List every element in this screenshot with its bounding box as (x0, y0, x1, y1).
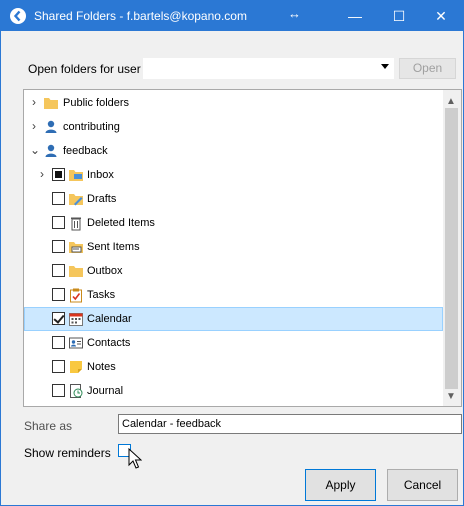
collapse-chevron-icon[interactable]: ⌄ (30, 143, 40, 157)
vertical-scrollbar[interactable]: ▲ ▼ (443, 90, 461, 406)
tree-row-drafts[interactable]: Drafts (24, 187, 443, 211)
inbox-icon (69, 170, 83, 181)
tree-item-label: feedback (63, 145, 108, 157)
calendar-checkbox[interactable] (52, 312, 65, 325)
tree-item-label: Journal (87, 385, 124, 397)
inbox-checkbox[interactable] (52, 168, 65, 181)
tree-row-contributing[interactable]: › contributing (24, 115, 443, 139)
tree-row-calendar[interactable]: Calendar (24, 307, 443, 331)
contacts-icon (69, 337, 83, 349)
tree-row-outbox[interactable]: Outbox (24, 259, 443, 283)
show-reminders-label: Show reminders (24, 446, 111, 460)
notes-checkbox[interactable] (52, 360, 65, 373)
tree-item-label: Sent Items (87, 241, 140, 253)
journal-checkbox[interactable] (52, 384, 65, 397)
tree-item-label: Calendar (87, 313, 132, 325)
trash-icon (71, 217, 81, 231)
share-as-field[interactable]: Calendar - feedback (118, 414, 462, 434)
user-combobox[interactable] (143, 58, 394, 79)
tree-row-feedback[interactable]: ⌄ feedback (24, 139, 443, 163)
scroll-up-icon[interactable]: ▲ (446, 96, 456, 107)
outbox-icon (69, 266, 83, 277)
user-icon (45, 120, 57, 133)
drafts-checkbox[interactable] (52, 192, 65, 205)
tree-item-label: Inbox (87, 169, 114, 181)
kopano-app-icon (10, 8, 26, 24)
scroll-down-icon[interactable]: ▼ (446, 391, 456, 402)
journal-icon (70, 384, 83, 398)
minimize-button[interactable]: — (333, 1, 377, 31)
calendar-icon (69, 313, 83, 326)
maximize-button[interactable]: ☐ (377, 1, 421, 31)
close-button[interactable]: ✕ (419, 1, 463, 31)
cancel-button[interactable]: Cancel (387, 469, 458, 501)
tasks-checkbox[interactable] (52, 288, 65, 301)
folder-icon (44, 98, 58, 109)
open-button[interactable]: Open (399, 58, 456, 79)
expand-chevron-icon[interactable]: › (40, 167, 50, 181)
tree-item-label: Outbox (87, 265, 123, 277)
sent-items-checkbox[interactable] (52, 240, 65, 253)
tree-item-label: Contacts (87, 337, 131, 349)
folder-tree[interactable]: › Public folders › contributing ⌄ feedba… (23, 89, 462, 407)
deleted-items-checkbox[interactable] (52, 216, 65, 229)
tree-row-notes[interactable]: Notes (24, 355, 443, 379)
shared-folders-dialog: Shared Folders - f.bartels@kopano.com ↔ … (0, 0, 464, 506)
owner-label: Open folders for user (28, 62, 141, 76)
notes-icon (70, 361, 82, 373)
tree-row-inbox[interactable]: › Inbox (24, 163, 443, 187)
tree-item-label: Drafts (87, 193, 117, 205)
share-as-label: Share as (24, 419, 73, 433)
scrollbar-thumb[interactable] (445, 108, 458, 389)
tree-item-label: Notes (87, 361, 116, 373)
tree-row-deleted-items[interactable]: Deleted Items (24, 211, 443, 235)
tree-row-contacts[interactable]: Contacts (24, 331, 443, 355)
dropdown-arrow-icon[interactable] (381, 64, 389, 69)
tree-row-journal[interactable]: Journal (24, 379, 443, 403)
tree-item-label: Tasks (87, 289, 116, 301)
tree-row-tasks[interactable]: Tasks (24, 283, 443, 307)
contacts-checkbox[interactable] (52, 336, 65, 349)
apply-button[interactable]: Apply (305, 469, 376, 501)
tree-item-label: contributing (63, 121, 120, 133)
tree-row-sent-items[interactable]: Sent Items (24, 235, 443, 259)
tree-row-public-folders[interactable]: › Public folders (24, 91, 443, 115)
tasks-icon (70, 288, 82, 303)
title-bar[interactable]: Shared Folders - f.bartels@kopano.com ↔ … (1, 1, 463, 31)
expand-chevron-icon[interactable]: › (32, 119, 42, 133)
resize-icon: ↔ (288, 6, 301, 21)
outbox-checkbox[interactable] (52, 264, 65, 277)
expand-chevron-icon[interactable]: › (32, 95, 42, 109)
window-title: Shared Folders - f.bartels@kopano.com (34, 9, 247, 23)
drafts-icon (69, 194, 83, 206)
tree-item-label: Deleted Items (87, 217, 155, 229)
mouse-cursor-icon (128, 448, 142, 469)
user-icon (45, 144, 57, 157)
sent-icon (69, 242, 83, 253)
tree-item-label: Public folders (63, 97, 130, 109)
